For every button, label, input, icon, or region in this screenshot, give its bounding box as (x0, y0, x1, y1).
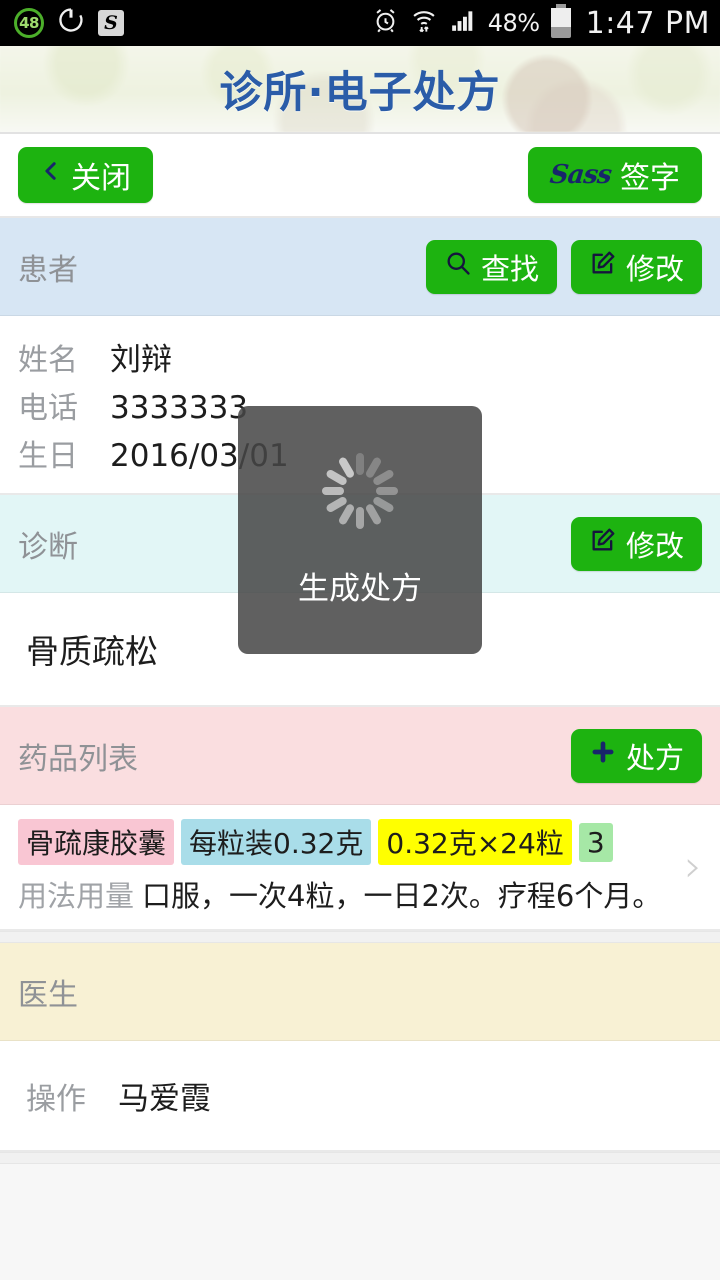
app-root: 48 S 48% 1:47 PM 诊所·电子处方 关闭 Sass 签字 患者 查… (0, 0, 720, 1280)
notification-count-badge: 48 (14, 8, 44, 38)
app-header: 诊所·电子处方 (0, 46, 720, 132)
doctor-operator-row: 操作 马爱霞 (18, 1059, 702, 1132)
drugs-section-header: 药品列表 处方 (0, 707, 720, 805)
close-button[interactable]: 关闭 (18, 147, 153, 203)
pencil-square-icon (589, 249, 617, 284)
patient-search-label: 查找 (480, 251, 539, 286)
doctor-section-header: 医生 (0, 943, 720, 1041)
add-prescription-button[interactable]: 处方 (570, 728, 702, 783)
diagnosis-edit-label: 修改 (625, 528, 684, 563)
loading-overlay-text: 生成处方 (298, 570, 422, 607)
pencil-square-icon (589, 526, 617, 561)
alarm-clock-icon (372, 7, 399, 40)
patient-search-button[interactable]: 查找 (425, 239, 557, 294)
battery-icon (550, 4, 571, 38)
drug-usage-label: 用法用量 (18, 879, 135, 913)
patient-section-actions: 查找 修改 (425, 239, 702, 294)
status-bar: 48 S 48% 1:47 PM (0, 0, 720, 46)
doctor-body: 操作 马爱霞 (0, 1041, 720, 1152)
drug-spec-tag: 每粒装0.32克 (181, 819, 372, 865)
status-bar-right: 48% 1:47 PM (372, 4, 710, 41)
clock-label: 1:47 PM (585, 5, 710, 41)
s-app-icon: S (98, 10, 124, 36)
toolbar: 关闭 Sass 签字 (0, 134, 720, 218)
patient-edit-label: 修改 (625, 251, 684, 286)
doctor-section-label: 医生 (18, 977, 78, 1013)
drugs-section-actions: 处方 (570, 728, 702, 783)
patient-name-value: 刘辩 (110, 342, 172, 378)
wifi-data-icon (410, 6, 438, 40)
drug-item-content: 骨疏康胶囊 每粒装0.32克 0.32克×24粒 3 用法用量 口服，一次4粒，一… (18, 819, 670, 915)
patient-edit-button[interactable]: 修改 (570, 239, 702, 294)
sign-button-label: 签字 (620, 161, 680, 196)
cellular-signal-icon (449, 7, 477, 39)
sign-button[interactable]: Sass 签字 (528, 147, 702, 203)
chevron-left-icon (40, 156, 62, 194)
diagnosis-edit-button[interactable]: 修改 (570, 516, 702, 571)
section-gap (0, 931, 720, 943)
patient-section-label: 患者 (18, 252, 78, 288)
loading-spinner-icon (322, 452, 398, 529)
diagnosis-section-actions: 修改 (570, 516, 702, 571)
status-bar-left: 48 S (14, 6, 124, 40)
drugs-section-label: 药品列表 (18, 741, 138, 777)
loading-overlay: 生成处方 (238, 406, 482, 654)
patient-birthday-label: 生日 (18, 439, 78, 474)
patient-phone-value: 3333333 (110, 390, 249, 426)
power-sync-icon (57, 6, 85, 40)
drug-usage-value: 口服，一次4粒，一日2次。疗程6个月。 (142, 879, 662, 913)
bottom-gap (0, 1152, 720, 1164)
chevron-right-icon[interactable]: › (670, 845, 702, 889)
patient-phone-label: 电话 (18, 391, 78, 426)
drug-name-tag: 骨疏康胶囊 (18, 819, 175, 865)
drug-quantity-tag: 3 (578, 822, 613, 862)
magnifier-icon (444, 249, 472, 284)
plus-icon (589, 738, 617, 773)
doctor-operator-value: 马爱霞 (118, 1081, 211, 1117)
add-prescription-label: 处方 (625, 740, 684, 775)
doctor-operator-label: 操作 (26, 1082, 86, 1117)
battery-percent-label: 48% (487, 9, 540, 37)
diagnosis-section-label: 诊断 (18, 529, 78, 565)
page-title: 诊所·电子处方 (219, 68, 501, 118)
patient-section-header: 患者 查找 修改 (0, 218, 720, 316)
drug-list-item[interactable]: 骨疏康胶囊 每粒装0.32克 0.32克×24粒 3 用法用量 口服，一次4粒，一… (0, 805, 720, 931)
close-button-label: 关闭 (71, 161, 131, 196)
patient-name-label: 姓名 (18, 343, 78, 378)
drug-tags: 骨疏康胶囊 每粒装0.32克 0.32克×24粒 3 (18, 819, 670, 865)
sass-logo-icon: Sass (548, 160, 613, 190)
drug-package-tag: 0.32克×24粒 (378, 819, 572, 865)
drug-usage-row: 用法用量 口服，一次4粒，一日2次。疗程6个月。 (18, 873, 670, 915)
patient-field-name: 姓名 刘辩 (18, 334, 702, 379)
